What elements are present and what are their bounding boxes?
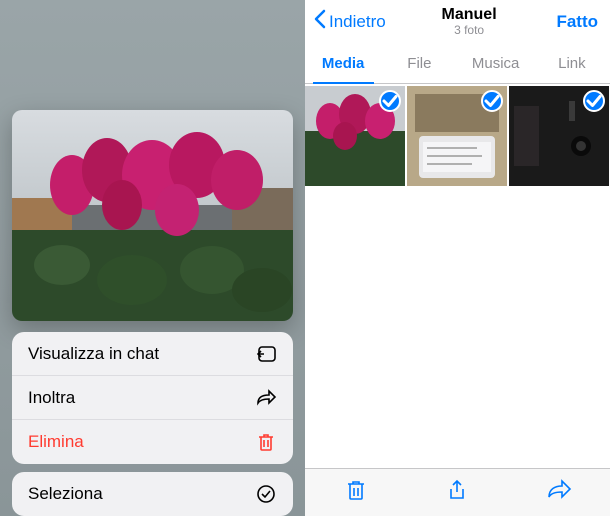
forward-arrow-icon	[546, 479, 572, 506]
selection-check-icon	[481, 90, 503, 112]
chevron-left-icon	[313, 9, 327, 34]
tab-media[interactable]: Media	[305, 44, 381, 83]
photo-preview[interactable]	[12, 110, 293, 321]
media-thumb[interactable]	[305, 86, 405, 186]
nav-title-area: Manuel 3 foto	[442, 6, 497, 37]
media-grid	[305, 84, 610, 186]
selection-check-icon	[379, 90, 401, 112]
nav-title: Manuel	[442, 6, 497, 24]
menu-label: Elimina	[28, 432, 84, 452]
selection-check-icon	[583, 90, 605, 112]
bottom-toolbar	[305, 468, 610, 516]
media-tabs: Media File Musica Link	[305, 44, 610, 84]
menu-delete[interactable]: Elimina	[12, 420, 293, 464]
trash-icon	[255, 431, 277, 453]
nav-header: Indietro Manuel 3 foto Fatto	[305, 0, 610, 44]
back-button[interactable]: Indietro	[313, 9, 386, 34]
back-label: Indietro	[329, 12, 386, 32]
tab-music[interactable]: Musica	[458, 44, 534, 83]
cyclamen-photo	[12, 110, 293, 321]
media-thumb[interactable]	[509, 86, 609, 186]
show-in-chat-icon	[255, 343, 277, 365]
media-thumb[interactable]	[407, 86, 507, 186]
media-selection-panel: Indietro Manuel 3 foto Fatto Media File …	[305, 0, 610, 516]
menu-label: Seleziona	[28, 484, 103, 504]
forward-button[interactable]	[539, 473, 579, 513]
share-button[interactable]	[437, 473, 477, 513]
menu-select[interactable]: Seleziona	[12, 472, 293, 516]
forward-arrow-icon	[255, 387, 277, 409]
share-icon	[445, 478, 469, 507]
select-menu: Seleziona	[12, 472, 293, 516]
delete-button[interactable]	[336, 473, 376, 513]
circle-check-icon	[255, 483, 277, 505]
tab-link[interactable]: Link	[534, 44, 610, 83]
context-menu: Visualizza in chat Inoltra Elimina	[12, 332, 293, 464]
menu-view-in-chat[interactable]: Visualizza in chat	[12, 332, 293, 376]
menu-label: Visualizza in chat	[28, 344, 159, 364]
tab-file[interactable]: File	[381, 44, 457, 83]
menu-forward[interactable]: Inoltra	[12, 376, 293, 420]
menu-label: Inoltra	[28, 388, 75, 408]
done-button[interactable]: Fatto	[552, 12, 602, 32]
trash-icon	[344, 478, 368, 507]
nav-subtitle: 3 foto	[442, 24, 497, 37]
photo-context-panel: Visualizza in chat Inoltra Elimina	[0, 0, 305, 516]
